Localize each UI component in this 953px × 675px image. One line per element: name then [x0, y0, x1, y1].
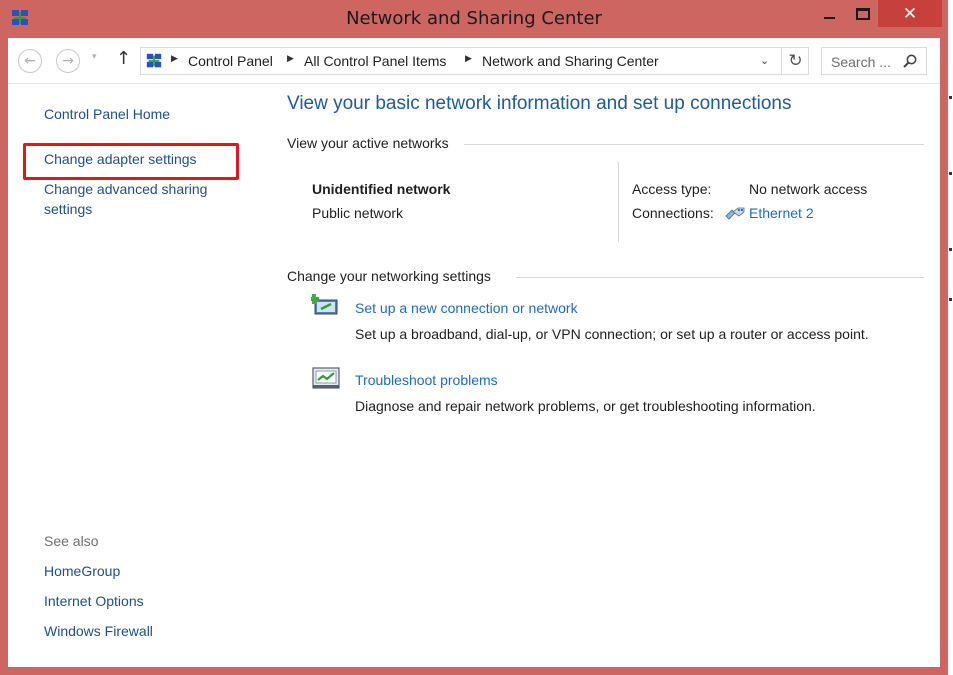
highlight-annotation-box [23, 143, 239, 180]
setup-connection-description: Set up a broadband, dial-up, or VPN conn… [355, 326, 869, 342]
close-button[interactable]: ✕ [878, 0, 942, 27]
up-button[interactable]: ↑ [116, 48, 131, 69]
minimize-button[interactable] [814, 0, 844, 28]
section-divider [464, 144, 924, 145]
refresh-button[interactable]: ↻ [781, 48, 809, 74]
network-category: Public network [312, 205, 404, 221]
breadcrumb-separator-icon[interactable]: ▶ [287, 54, 294, 64]
change-advanced-sharing-link-line2[interactable]: settings [44, 201, 92, 217]
forward-arrow-icon: → [62, 53, 74, 69]
section-divider [516, 277, 924, 278]
refresh-icon: ↻ [788, 51, 803, 71]
troubleshoot-icon[interactable] [311, 365, 341, 391]
access-type-value: No network access [749, 181, 868, 197]
internet-options-link[interactable]: Internet Options [44, 593, 144, 609]
title-bar: Network and Sharing Center ✕ [0, 0, 948, 38]
minimize-icon [823, 17, 835, 19]
connections-label: Connections: [632, 205, 714, 221]
window-client-area: ← → ▾ ↑ ▶ Control Panel ▶ All Control Pa… [8, 38, 940, 667]
background-desktop-strip [948, 0, 953, 675]
homegroup-link[interactable]: HomeGroup [44, 563, 120, 579]
breadcrumb-control-panel[interactable]: Control Panel [188, 53, 273, 69]
vertical-divider [618, 162, 619, 242]
access-type-label: Access type: [632, 181, 712, 197]
back-button[interactable]: ← [18, 49, 42, 73]
back-arrow-icon: ← [24, 53, 36, 69]
search-box[interactable]: Search ... [821, 47, 927, 75]
network-name: Unidentified network [312, 181, 451, 197]
address-dropdown-icon[interactable]: ⌄ [760, 54, 769, 67]
breadcrumb-all-items[interactable]: All Control Panel Items [304, 53, 446, 69]
control-panel-home-link[interactable]: Control Panel Home [44, 106, 170, 122]
new-connection-icon[interactable] [311, 291, 341, 317]
maximize-icon [856, 8, 870, 20]
active-networks-title: View your active networks [287, 135, 449, 151]
windows-firewall-link[interactable]: Windows Firewall [44, 623, 153, 639]
change-advanced-sharing-link[interactable]: Change advanced sharing [44, 181, 207, 197]
close-icon: ✕ [902, 3, 918, 24]
troubleshoot-description: Diagnose and repair network problems, or… [355, 398, 816, 414]
change-settings-title: Change your networking settings [287, 268, 491, 284]
search-icon[interactable] [902, 53, 918, 69]
search-placeholder: Search ... [831, 54, 891, 70]
ethernet-icon [725, 207, 745, 220]
ethernet-connection-link[interactable]: Ethernet 2 [749, 205, 814, 221]
recent-locations-button[interactable]: ▾ [92, 52, 97, 62]
control-panel-icon [146, 53, 162, 68]
maximize-button[interactable] [848, 0, 878, 28]
address-bar[interactable]: ▶ Control Panel ▶ All Control Panel Item… [140, 47, 809, 75]
troubleshoot-link[interactable]: Troubleshoot problems [355, 372, 498, 388]
window-title: Network and Sharing Center [346, 8, 602, 29]
up-arrow-icon: ↑ [116, 48, 132, 69]
breadcrumb-network-center[interactable]: Network and Sharing Center [482, 53, 659, 69]
breadcrumb-separator-icon[interactable]: ▶ [465, 54, 472, 64]
see-also-label: See also [44, 533, 99, 549]
left-task-pane: Control Panel Home Change adapter settin… [8, 85, 270, 667]
page-heading: View your basic network information and … [287, 93, 792, 114]
forward-button[interactable]: → [56, 49, 80, 73]
setup-connection-link[interactable]: Set up a new connection or network [355, 300, 578, 316]
chevron-down-icon: ▾ [92, 52, 97, 62]
breadcrumb-separator-icon[interactable]: ▶ [171, 54, 178, 64]
main-content: View your basic network information and … [287, 85, 937, 667]
navigation-bar: ← → ▾ ↑ ▶ Control Panel ▶ All Control Pa… [8, 38, 940, 84]
